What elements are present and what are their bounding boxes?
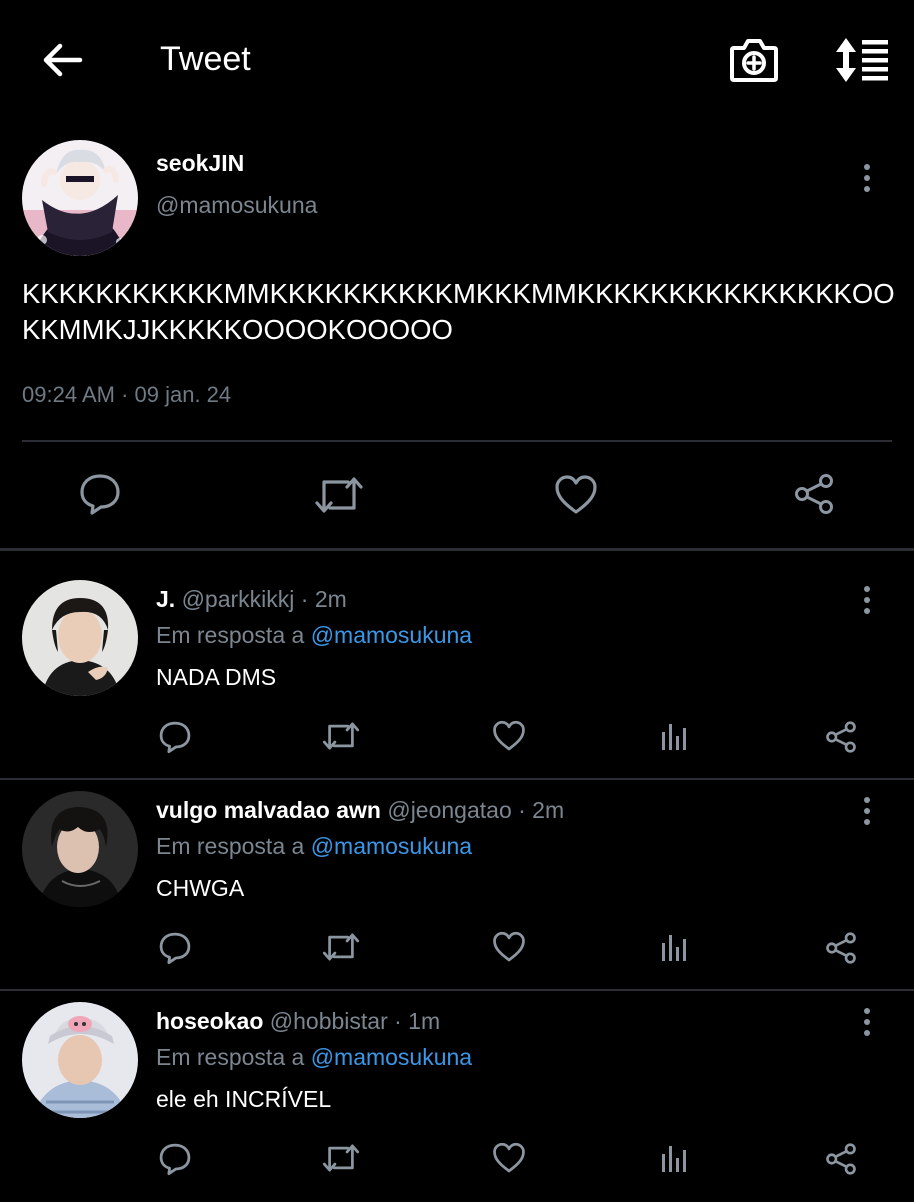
reply-author-name[interactable]: J.	[156, 586, 175, 612]
reply-author-handle[interactable]: @parkkikkj	[182, 586, 295, 612]
author-name[interactable]: seokJIN	[156, 150, 244, 177]
retweet-icon[interactable]	[322, 1142, 360, 1174]
tweet-timestamp: 09:24 AM · 09 jan. 24	[22, 382, 232, 407]
avatar[interactable]	[22, 580, 138, 696]
like-icon[interactable]	[492, 720, 526, 752]
avatar[interactable]	[22, 140, 138, 256]
reply-icon[interactable]	[158, 931, 192, 965]
reply-mention-link[interactable]: @mamosukuna	[311, 833, 472, 859]
reply-header: vulgo malvadao awn @jeongatao · 2m	[156, 797, 564, 824]
reply-icon[interactable]	[78, 472, 122, 516]
like-icon[interactable]	[492, 931, 526, 963]
reply-tweet[interactable]: vulgo malvadao awn @jeongatao · 2m Em re…	[0, 781, 914, 991]
reply-prefix: Em resposta a	[156, 622, 305, 648]
retweet-icon[interactable]	[322, 931, 360, 963]
like-icon[interactable]	[554, 474, 598, 516]
analytics-icon[interactable]	[660, 1142, 690, 1174]
page-title: Tweet	[160, 40, 251, 78]
more-options-icon[interactable]	[860, 586, 874, 622]
reply-icon[interactable]	[158, 1142, 192, 1176]
analytics-icon[interactable]	[660, 720, 690, 752]
reply-time: · 2m	[300, 586, 347, 612]
reply-author-name[interactable]: hoseokao	[156, 1008, 263, 1034]
reply-tweet[interactable]: J. @parkkikkj · 2m Em resposta a @mamosu…	[0, 570, 914, 780]
more-options-icon[interactable]	[860, 797, 874, 833]
reply-header: J. @parkkikkj · 2m	[156, 586, 347, 613]
avatar[interactable]	[22, 791, 138, 907]
more-options-icon[interactable]	[860, 1008, 874, 1044]
reply-text: CHWGA	[156, 875, 245, 901]
reply-time: · 2m	[518, 797, 565, 823]
reply-author-name[interactable]: vulgo malvadao awn	[156, 797, 381, 823]
reply-context: Em resposta a @mamosukuna	[156, 833, 472, 860]
divider	[0, 778, 914, 780]
share-icon[interactable]	[824, 931, 858, 965]
divider	[0, 989, 914, 991]
reply-author-handle[interactable]: @jeongatao	[387, 797, 511, 823]
tweet-text: KKKKKKKKKKKMMKKKKKKKKKKMKKKMMKKKKKKKKKKK…	[22, 278, 895, 345]
back-arrow-icon[interactable]	[40, 38, 84, 82]
more-options-icon[interactable]	[860, 164, 874, 200]
reply-author-handle[interactable]: @hobbistar	[270, 1008, 388, 1034]
author-handle[interactable]: @mamosukuna	[156, 192, 317, 219]
share-icon[interactable]	[824, 720, 858, 754]
reply-mention-link[interactable]: @mamosukuna	[311, 622, 472, 648]
reply-text: NADA DMS	[156, 664, 277, 690]
camera-plus-icon[interactable]	[728, 36, 780, 84]
reply-time: · 1m	[394, 1008, 441, 1034]
sort-list-icon[interactable]	[832, 36, 890, 84]
retweet-icon[interactable]	[322, 720, 360, 752]
reply-text: ele eh INCRÍVEL	[156, 1086, 332, 1112]
reply-prefix: Em resposta a	[156, 1044, 305, 1070]
retweet-icon[interactable]	[314, 474, 364, 516]
avatar[interactable]	[22, 1002, 138, 1118]
share-icon[interactable]	[824, 1142, 858, 1176]
reply-icon[interactable]	[158, 720, 192, 754]
top-bar: Tweet	[0, 0, 914, 120]
share-icon[interactable]	[792, 472, 836, 516]
analytics-icon[interactable]	[660, 931, 690, 963]
divider	[0, 548, 914, 551]
reply-mention-link[interactable]: @mamosukuna	[311, 1044, 472, 1070]
reply-tweet[interactable]: hoseokao @hobbistar · 1m Em resposta a @…	[0, 992, 914, 1202]
divider	[22, 440, 892, 442]
reply-header: hoseokao @hobbistar · 1m	[156, 1008, 440, 1035]
reply-context: Em resposta a @mamosukuna	[156, 622, 472, 649]
reply-context: Em resposta a @mamosukuna	[156, 1044, 472, 1071]
reply-prefix: Em resposta a	[156, 833, 305, 859]
like-icon[interactable]	[492, 1142, 526, 1174]
